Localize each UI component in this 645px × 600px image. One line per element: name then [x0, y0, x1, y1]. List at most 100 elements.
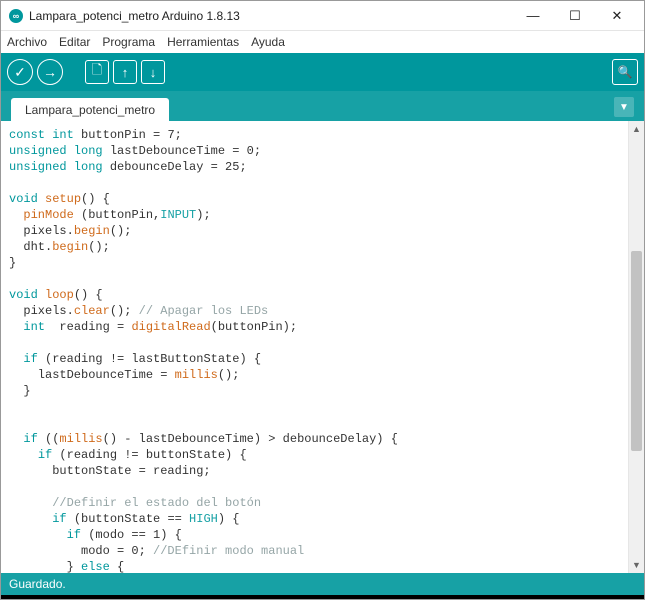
- code-editor[interactable]: const int buttonPin = 7; unsigned long l…: [1, 121, 628, 573]
- code-token: int: [23, 320, 45, 334]
- code-token: ((: [38, 432, 60, 446]
- scroll-down-icon[interactable]: ▼: [629, 557, 644, 573]
- menu-bar: Archivo Editar Programa Herramientas Ayu…: [1, 31, 644, 53]
- code-token: () {: [81, 192, 110, 206]
- close-button[interactable]: ✕: [596, 2, 638, 30]
- code-token: );: [196, 208, 210, 222]
- code-token: else: [81, 560, 110, 573]
- code-token: void: [9, 288, 38, 302]
- code-token: void: [9, 192, 38, 206]
- code-token: int: [45, 128, 74, 142]
- title-bar: ∞ Lampara_potenci_metro Arduino 1.8.13 —…: [1, 1, 644, 31]
- code-token: ();: [110, 224, 132, 238]
- code-token: //Definir el estado del botón: [52, 496, 261, 510]
- code-token: //DEfinir modo manual: [153, 544, 304, 558]
- code-line: }: [9, 256, 16, 270]
- scroll-thumb[interactable]: [631, 251, 642, 451]
- vertical-scrollbar[interactable]: ▲ ▼: [628, 121, 644, 573]
- code-token: unsigned: [9, 144, 67, 158]
- code-token: const: [9, 128, 45, 142]
- code-token: [9, 320, 23, 334]
- code-token: (reading != lastButtonState) {: [38, 352, 261, 366]
- check-icon: ✓: [14, 64, 26, 81]
- menu-edit[interactable]: Editar: [59, 35, 90, 49]
- chevron-down-icon: ▼: [619, 102, 629, 113]
- code-token: [9, 352, 23, 366]
- menu-help[interactable]: Ayuda: [251, 35, 285, 49]
- code-token: clear: [74, 304, 110, 318]
- status-text: Guardado.: [9, 577, 66, 591]
- arrow-right-icon: →: [43, 64, 57, 80]
- code-token: if: [23, 432, 37, 446]
- code-token: reading =: [45, 320, 131, 334]
- code-token: ();: [110, 304, 139, 318]
- verify-button[interactable]: ✓: [7, 59, 33, 85]
- code-token: millis: [59, 432, 102, 446]
- file-icon: 🗋: [92, 61, 102, 83]
- code-token: buttonPin = 7;: [74, 128, 182, 142]
- menu-file[interactable]: Archivo: [7, 35, 47, 49]
- code-token: ();: [218, 368, 240, 382]
- code-token: lastDebounceTime = 0;: [103, 144, 261, 158]
- arrow-down-icon: ↓: [150, 65, 157, 80]
- code-token: ) {: [218, 512, 240, 526]
- minimize-button[interactable]: —: [512, 2, 554, 30]
- code-token: unsigned: [9, 160, 67, 174]
- code-token: {: [110, 560, 124, 573]
- code-token: long: [67, 144, 103, 158]
- open-sketch-button[interactable]: ↑: [113, 60, 137, 84]
- code-token: long: [67, 160, 103, 174]
- code-token: [9, 496, 52, 510]
- tab-bar: Lampara_potenci_metro ▼: [1, 91, 644, 121]
- arrow-up-icon: ↑: [122, 65, 129, 80]
- code-token: begin: [52, 240, 88, 254]
- code-token: INPUT: [160, 208, 196, 222]
- app-logo-icon: ∞: [9, 9, 23, 23]
- upload-button[interactable]: →: [37, 59, 63, 85]
- code-token: digitalRead: [131, 320, 210, 334]
- code-token: }: [9, 560, 81, 573]
- code-token: [9, 432, 23, 446]
- code-token: dht.: [9, 240, 52, 254]
- code-token: HIGH: [189, 512, 218, 526]
- code-token: millis: [175, 368, 218, 382]
- scroll-up-icon[interactable]: ▲: [629, 121, 644, 137]
- code-token: setup: [38, 192, 81, 206]
- code-token: (buttonPin);: [211, 320, 297, 334]
- code-token: [9, 512, 52, 526]
- code-line: }: [9, 384, 31, 398]
- serial-monitor-button[interactable]: 🔍: [612, 59, 638, 85]
- code-token: // Apagar los LEDs: [139, 304, 269, 318]
- code-token: debounceDelay = 25;: [103, 160, 247, 174]
- code-token: (buttonState ==: [67, 512, 189, 526]
- code-token: if: [23, 352, 37, 366]
- console-area: [1, 595, 644, 599]
- window-title: Lampara_potenci_metro Arduino 1.8.13: [29, 9, 512, 23]
- menu-tools[interactable]: Herramientas: [167, 35, 239, 49]
- code-token: [9, 448, 38, 462]
- editor-area: const int buttonPin = 7; unsigned long l…: [1, 121, 644, 573]
- code-token: (buttonPin,: [74, 208, 160, 222]
- toolbar: ✓ → 🗋 ↑ ↓ 🔍: [1, 53, 644, 91]
- code-token: [9, 528, 67, 542]
- code-token: [9, 208, 23, 222]
- magnifier-icon: 🔍: [618, 65, 633, 79]
- code-token: if: [52, 512, 66, 526]
- code-token: pinMode: [23, 208, 73, 222]
- maximize-button[interactable]: ☐: [554, 2, 596, 30]
- code-token: lastDebounceTime =: [9, 368, 175, 382]
- code-token: pixels.: [9, 304, 74, 318]
- code-token: () {: [74, 288, 103, 302]
- code-token: (modo == 1) {: [81, 528, 182, 542]
- code-token: () - lastDebounceTime) > debounceDelay) …: [103, 432, 398, 446]
- code-token: modo = 0;: [9, 544, 153, 558]
- code-token: if: [38, 448, 52, 462]
- menu-sketch[interactable]: Programa: [102, 35, 155, 49]
- tab-active[interactable]: Lampara_potenci_metro: [11, 98, 169, 121]
- code-token: ();: [88, 240, 110, 254]
- new-sketch-button[interactable]: 🗋: [85, 60, 109, 84]
- code-token: pixels.: [9, 224, 74, 238]
- save-sketch-button[interactable]: ↓: [141, 60, 165, 84]
- code-token: if: [67, 528, 81, 542]
- tab-menu-button[interactable]: ▼: [614, 97, 634, 117]
